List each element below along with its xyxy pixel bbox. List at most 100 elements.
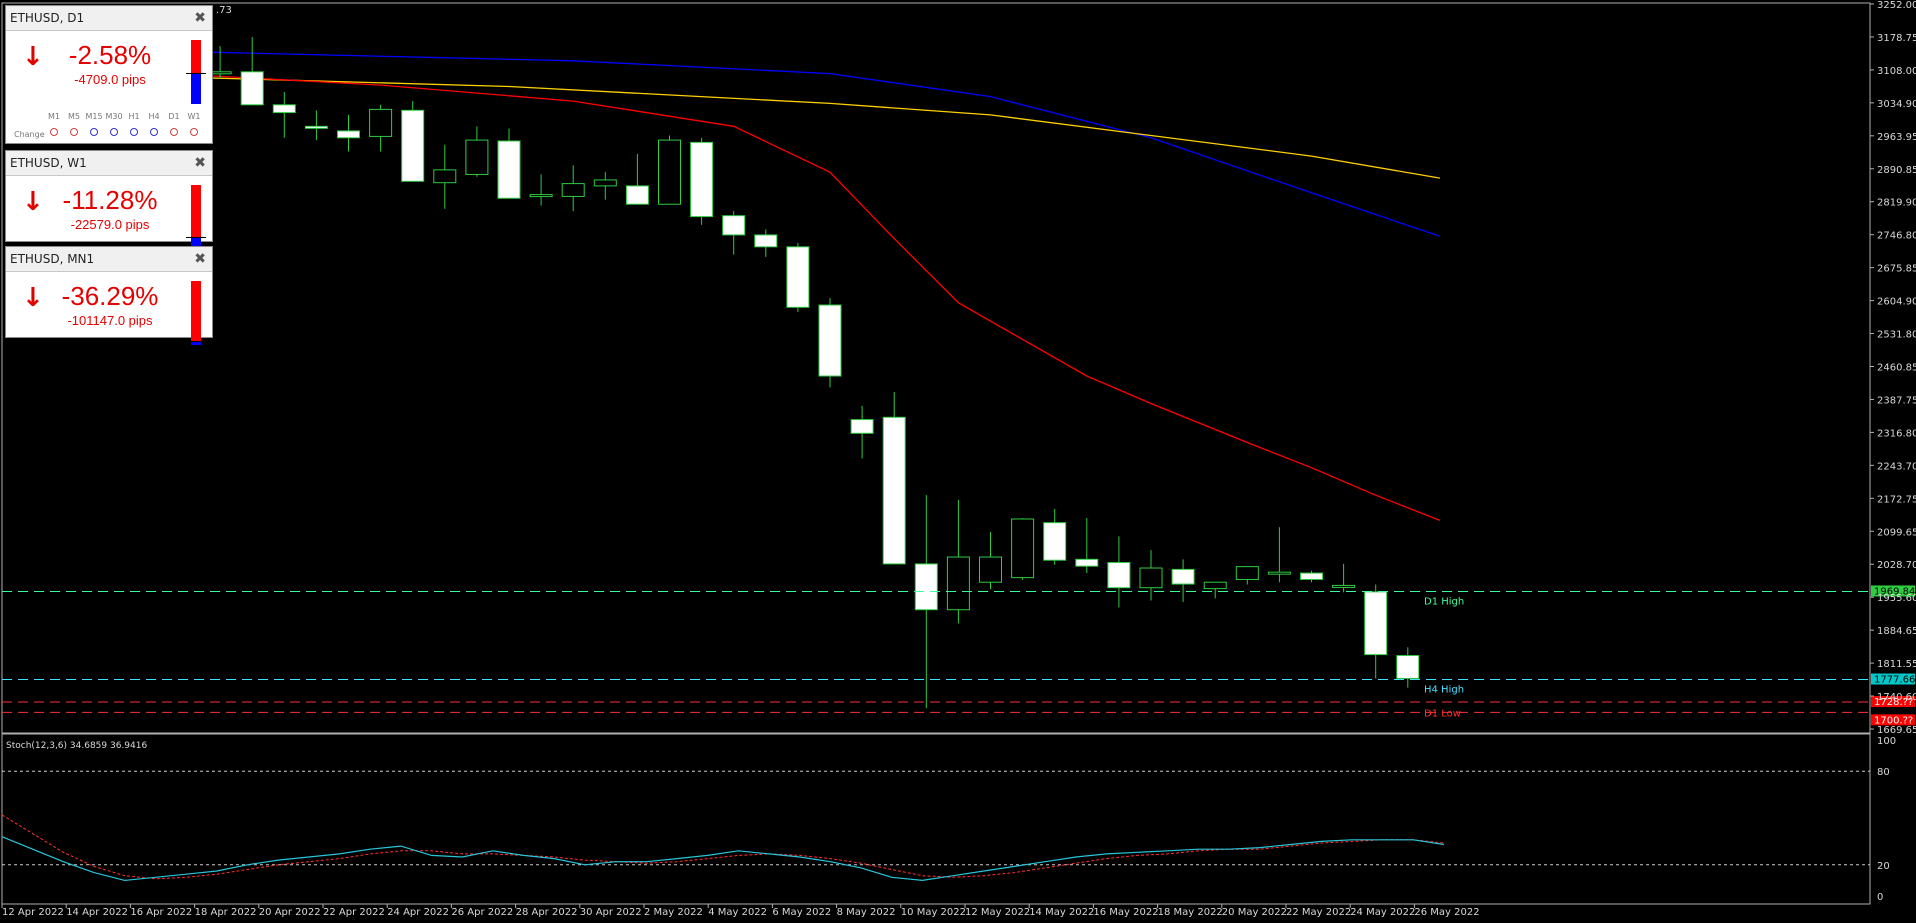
date-axis-label: 18 May 2022 [1158,907,1223,918]
date-axis-label: 16 May 2022 [1093,907,1158,918]
price-axis-label: 1884.65 [1877,626,1916,637]
strength-bar-red [191,281,201,341]
date-axis-label: 28 Apr 2022 [516,907,578,918]
candle-body [1171,568,1195,585]
close-icon[interactable]: ✖ [194,247,206,271]
percent-change: -36.29% [61,281,159,311]
moving-average-line [187,73,1441,522]
date-axis-label: 22 May 2022 [1286,907,1351,918]
price-axis-label: 2963.95 [1877,132,1916,143]
timeframe-label-h4: H4 [148,112,160,121]
date-axis-label: 30 Apr 2022 [580,907,642,918]
candle-body [1300,572,1323,580]
pips-change: -4709.0 pips [74,72,146,87]
price-axis-label: 3034.90 [1877,99,1916,110]
price-axis-label: 2316.80 [1877,428,1916,439]
candle-body [1043,522,1067,561]
stochastic-indicator: 100 80 20 0 [1,736,1896,903]
candle-body [754,234,778,248]
candle-body [1235,566,1259,580]
strength-bar-blue [191,73,201,104]
timeframe-direction-icon [110,128,118,136]
widget-d1[interactable]: ETHUSD, D1 ✖ ↓ -2.58% -4709.0 pips Chang… [5,5,213,144]
date-axis-label: 26 May 2022 [1414,907,1479,918]
candle-body [465,139,489,175]
price-axis-label: 1740.60 [1877,692,1916,703]
candle-body [786,246,810,308]
price-axis-label: 3108.00 [1877,66,1916,77]
timeframe-direction-icon [50,128,58,136]
percent-change: -11.28% [62,185,158,215]
price-axis-label: 2172.75 [1877,494,1916,505]
date-axis-label: 16 Apr 2022 [130,907,192,918]
widget-mn1[interactable]: ETHUSD, MN1 ✖ ↓ -36.29% -101147.0 pips [5,246,213,345]
price-axis-label: 2099.65 [1877,527,1916,538]
timeframe-label-m1: M1 [48,112,60,121]
candle-body [1075,558,1099,567]
candle-body [1011,518,1035,579]
close-icon[interactable]: ✖ [194,6,206,30]
widget-title-text: ETHUSD, D1 [10,11,85,25]
price-axis-label: 2746.80 [1877,231,1916,242]
widget-title[interactable]: ETHUSD, D1 ✖ [6,6,212,31]
price-axis-label: 3178.75 [1877,33,1916,44]
close-icon[interactable]: ✖ [194,151,206,175]
candle-body [369,108,393,137]
candle-body [1267,571,1291,575]
date-axis-label: 20 Apr 2022 [259,907,321,918]
candle-body [625,185,649,205]
candle-body [593,179,617,187]
percent-change: -2.58% [68,40,152,70]
price-axis-label: 2819.90 [1877,198,1916,209]
candle-body [946,556,970,611]
timeframe-label-m30: M30 [105,112,123,121]
candle-body [401,109,425,182]
date-axis-label: 24 May 2022 [1350,907,1415,918]
widget-title[interactable]: ETHUSD, MN1 ✖ [6,247,212,272]
candle-body [1396,655,1420,679]
timeframe-label-m15: M15 [85,112,103,121]
date-axis-label: 22 Apr 2022 [323,907,385,918]
price-axis-label: 1955.60 [1877,593,1916,604]
candle-body [722,215,746,236]
widget-title-text: ETHUSD, MN1 [10,252,95,266]
level-label: D1 High [1424,596,1464,607]
date-axis-label: 14 May 2022 [1029,907,1094,918]
stoch-axis-label: 80 [1877,767,1890,778]
price-axis-label: 3252.00 [1877,0,1916,11]
candle-body [1332,584,1356,588]
timeframe-label-w1: W1 [187,112,201,121]
strength-bar-marker [186,237,206,238]
candle-body [529,194,553,198]
candle-body [914,563,938,611]
timeframe-direction-icon [130,128,138,136]
price-tag: 1777.66 [1874,675,1915,686]
strength-bar-marker [186,341,206,342]
candle-body [1364,591,1388,656]
candles [176,36,1420,709]
pips-change: -22579.0 pips [70,217,150,232]
candle-body [690,141,714,218]
timeframe-direction-icon [90,128,98,136]
candle-body [304,125,328,129]
price-axis-label: 2028.70 [1877,560,1916,571]
price-axis-label: 1669.65 [1877,725,1916,736]
candle-body [850,419,874,434]
price-axis: 3252.00 3178.75 3108.00 3034.90 2963.95 2890.… [1870,0,1916,736]
pips-change: -101147.0 pips [67,313,153,328]
date-axis-label: 10 May 2022 [901,907,966,918]
strength-bar-red [191,185,201,237]
chart-canvas[interactable]: D1 High1969.84H4 High1777.661728.??D1 Lo… [0,0,1916,923]
widget-title[interactable]: ETHUSD, W1 ✖ [6,151,212,176]
widget-title-text: ETHUSD, W1 [10,156,87,170]
date-axis-label: 18 Apr 2022 [195,907,257,918]
candle-body [240,71,264,106]
candle-body [497,140,521,199]
price-axis-label: 2243.70 [1877,461,1916,472]
candle-body [818,304,842,377]
strength-bar-marker [186,73,206,74]
widget-w1[interactable]: ETHUSD, W1 ✖ ↓ -11.28% -22579.0 pips [5,150,213,249]
stoch-axis-label: 100 [1877,736,1896,747]
candle-body [1203,581,1227,590]
timeframe-label-d1: D1 [168,112,180,121]
